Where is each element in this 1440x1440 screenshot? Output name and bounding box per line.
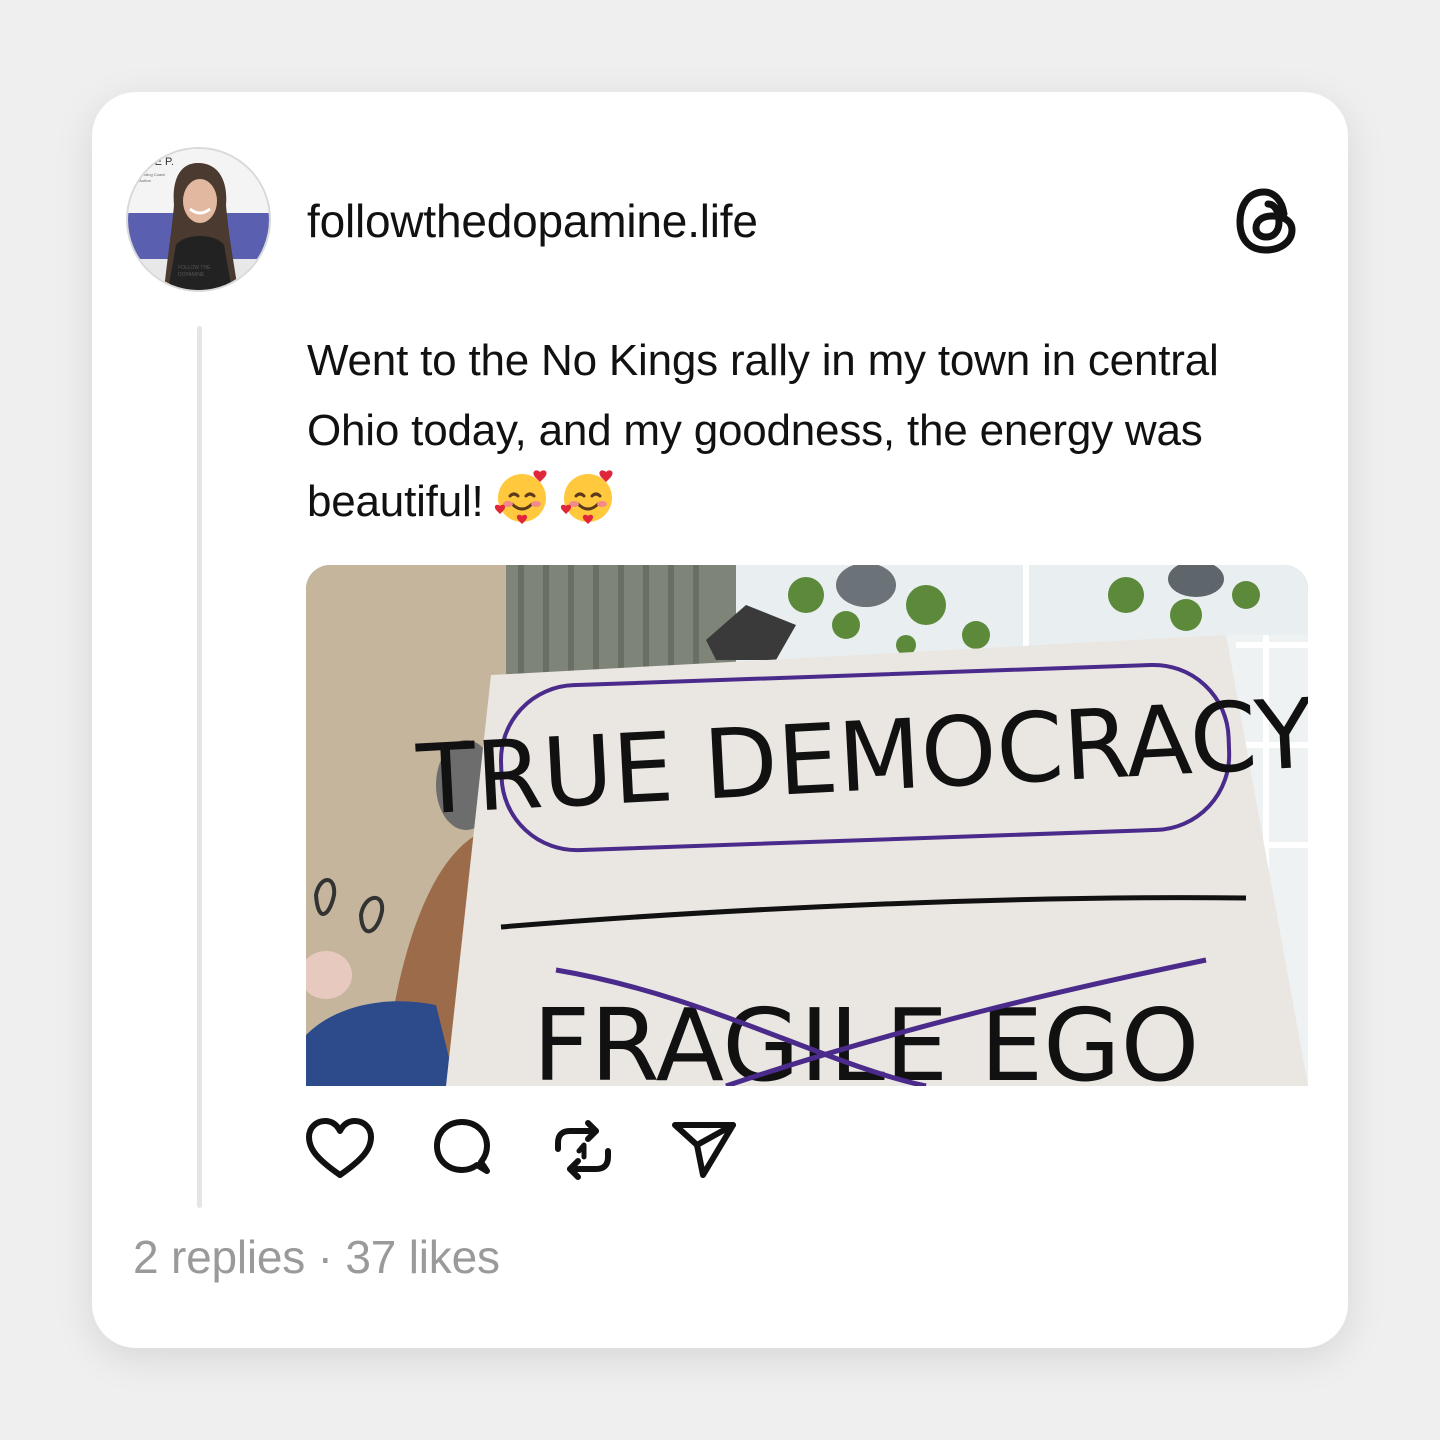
avatar-sub-2: + Author <box>136 178 152 183</box>
thread-line <box>197 326 202 1208</box>
likes-count[interactable]: 37 likes <box>345 1231 500 1283</box>
avatar-badge-1: FOLLOW THE <box>178 265 211 271</box>
share-icon[interactable] <box>669 1115 739 1185</box>
replies-count[interactable]: 2 replies <box>133 1231 305 1283</box>
post-stats: 2 replies · 37 likes <box>133 1229 500 1285</box>
smiling-face-with-hearts-icon <box>560 470 613 524</box>
post-text: Went to the No Kings rally in my town in… <box>307 326 1287 537</box>
stats-separator: · <box>317 1231 333 1283</box>
threads-logo-icon[interactable] <box>1234 186 1300 256</box>
post-image[interactable]: TRUE DEMOCRACY FRAGILE EGO <box>306 565 1308 1086</box>
post-body: Went to the No Kings rally in my town in… <box>307 336 1219 526</box>
avatar[interactable]: KATE P. Founding Coach + Author FOLLOW T… <box>126 147 271 292</box>
smiling-face-with-hearts-icon <box>494 470 547 524</box>
comment-icon[interactable] <box>427 1115 497 1185</box>
heart-icon[interactable] <box>305 1115 375 1185</box>
avatar-badge-2: DOPAMINE <box>178 272 205 278</box>
repost-icon[interactable] <box>548 1115 618 1185</box>
username-link[interactable]: followthedopamine.life <box>307 192 758 250</box>
